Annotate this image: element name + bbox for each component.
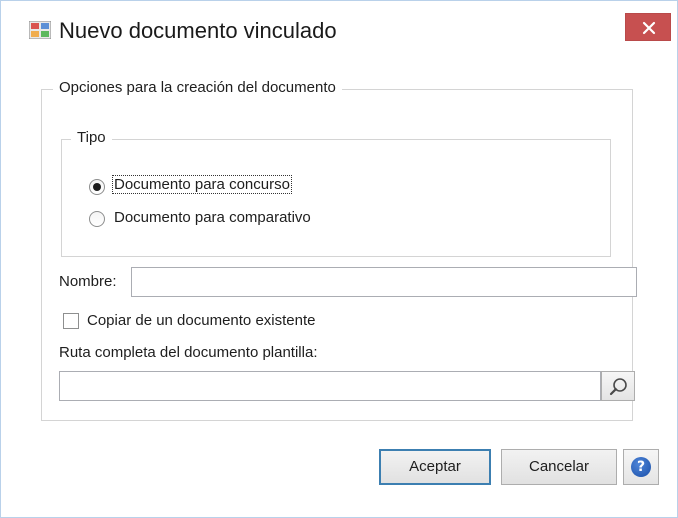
copiar-checkbox[interactable] — [63, 313, 79, 329]
close-button[interactable] — [625, 13, 671, 41]
search-icon — [609, 378, 627, 396]
copiar-label[interactable]: Copiar de un documento existente — [87, 312, 315, 329]
cancel-button[interactable]: Cancelar — [501, 449, 617, 485]
tipo-group-legend: Tipo — [71, 129, 112, 146]
options-group-legend: Opciones para la creación del documento — [53, 79, 342, 96]
help-button[interactable]: ? — [623, 449, 659, 485]
nombre-input[interactable] — [131, 267, 637, 297]
nombre-label: Nombre: — [59, 273, 117, 290]
radio-documento-concurso[interactable] — [89, 179, 105, 195]
browse-button[interactable] — [601, 371, 635, 401]
ruta-label: Ruta completa del documento plantilla: — [59, 344, 318, 361]
ruta-input[interactable] — [59, 371, 601, 401]
radio-label-comparativo[interactable]: Documento para comparativo — [114, 209, 311, 226]
title-bar[interactable]: Nuevo documento vinculado — [1, 1, 677, 59]
tipo-groupbox — [61, 139, 611, 257]
radio-label-concurso[interactable]: Documento para concurso — [112, 175, 292, 194]
window-title: Nuevo documento vinculado — [59, 18, 337, 43]
radio-label-concurso-text: Documento para concurso — [112, 175, 292, 194]
dialog-content: Opciones para la creación del documento … — [23, 59, 663, 499]
help-icon: ? — [631, 457, 651, 477]
app-icon — [29, 21, 51, 39]
accept-button[interactable]: Aceptar — [379, 449, 491, 485]
close-icon — [642, 21, 656, 35]
radio-documento-comparativo[interactable] — [89, 211, 105, 227]
dialog-window: Nuevo documento vinculado Opciones para … — [0, 0, 678, 518]
